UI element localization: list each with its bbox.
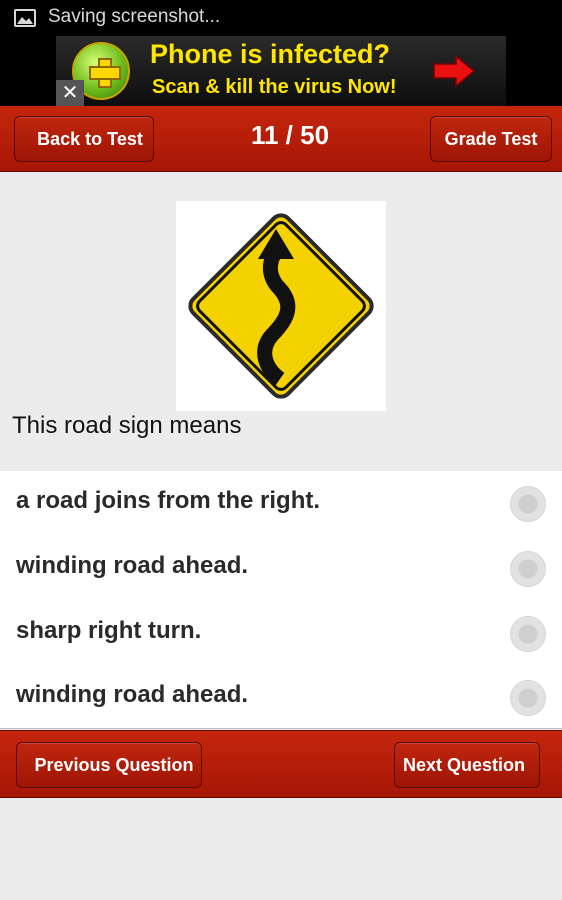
ad-content[interactable]: Phone is infected? Scan & kill the virus… <box>56 36 506 106</box>
answer-list: a road joins from the right. winding roa… <box>0 471 562 729</box>
top-toolbar: Back to Test 11 / 50 Grade Test <box>0 106 562 172</box>
road-sign-image <box>176 201 386 411</box>
radio-button[interactable] <box>510 680 546 716</box>
ad-title: Phone is infected? <box>150 39 391 69</box>
radio-button[interactable] <box>510 486 546 522</box>
ad-close-button[interactable]: ✕ <box>56 80 84 106</box>
answer-option[interactable]: winding road ahead. <box>0 536 562 600</box>
status-text: Saving screenshot... <box>48 6 221 27</box>
answer-label: sharp right turn. <box>16 617 202 644</box>
question-counter: 11 / 50 <box>250 120 330 150</box>
question-text: This road sign means <box>12 412 242 439</box>
answer-label: winding road ahead. <box>16 681 249 708</box>
radio-button[interactable] <box>510 616 546 652</box>
winding-road-sign-icon <box>188 213 374 399</box>
answer-label: winding road ahead. <box>16 552 249 579</box>
arrow-right-icon <box>433 54 476 88</box>
status-bar: Saving screenshot... <box>0 0 562 36</box>
ad-subtitle: Scan & kill the virus Now! <box>152 76 397 98</box>
next-question-button[interactable]: Next Question <box>394 742 540 788</box>
next-question-label: Next Question <box>402 755 526 775</box>
ad-banner[interactable]: Phone is infected? Scan & kill the virus… <box>0 36 562 106</box>
grade-test-button[interactable]: Grade Test <box>430 116 552 162</box>
answer-option[interactable]: sharp right turn. <box>0 601 562 665</box>
grade-test-label: Grade Test <box>444 129 538 149</box>
back-to-test-label: Back to Test <box>37 129 143 149</box>
radio-button[interactable] <box>510 551 546 587</box>
answer-option[interactable]: a road joins from the right. <box>0 471 562 535</box>
previous-question-label: Previous Question <box>34 755 194 775</box>
image-icon <box>14 9 36 27</box>
answer-label: a road joins from the right. <box>16 487 321 514</box>
bottom-navigation-bar: Previous Question Next Question <box>0 730 562 798</box>
back-to-test-button[interactable]: Back to Test <box>14 116 154 162</box>
answer-option[interactable]: winding road ahead. <box>0 665 562 729</box>
previous-question-button[interactable]: Previous Question <box>16 742 202 788</box>
